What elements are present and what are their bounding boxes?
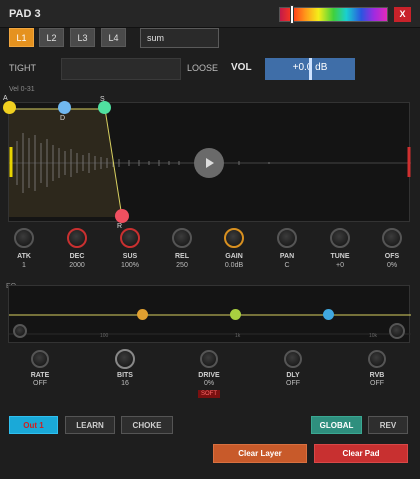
window-title: PAD 3 <box>9 8 41 20</box>
eq-high-band-point[interactable] <box>323 309 334 320</box>
drive-knob[interactable] <box>200 350 218 368</box>
sustain-knob[interactable] <box>120 228 140 248</box>
reverb-knob[interactable] <box>368 350 386 368</box>
drive-knob-label: DRIVE <box>198 372 220 379</box>
velocity-range-label: Vel 0-31 <box>9 86 35 93</box>
sustain-knob-label: SUS <box>122 253 138 260</box>
gain-knob-value: 0.0dB <box>224 262 244 269</box>
pan-knob-value: C <box>284 262 290 269</box>
tight-loose-slider[interactable] <box>61 58 181 80</box>
layer-button-l3[interactable]: L3 <box>70 28 95 47</box>
layer-button-l4[interactable]: L4 <box>101 28 126 47</box>
layer-button-l1[interactable]: L1 <box>9 28 34 47</box>
bits-knob-value: 16 <box>121 380 129 387</box>
gain-knob-label: GAIN <box>225 253 243 260</box>
choke-button[interactable]: CHOKE <box>121 416 173 434</box>
output-select-button[interactable]: Out 1 <box>9 416 58 434</box>
tight-label: TIGHT <box>9 63 36 73</box>
close-button[interactable]: X <box>394 7 411 22</box>
tune-knob-label: TUNE <box>330 253 350 260</box>
reverb-knob-value: OFF <box>370 380 384 387</box>
decay-knob-label: DEC <box>69 253 85 260</box>
attack-knob-value: 1 <box>22 262 26 269</box>
drive-mode-badge[interactable]: SOFT <box>198 390 220 398</box>
pan-knob-label: PAN <box>279 253 295 260</box>
decay-knob-value: 2000 <box>69 262 85 269</box>
eq-high-cut-knob[interactable] <box>389 323 405 339</box>
decay-point[interactable] <box>58 101 71 114</box>
delay-knob[interactable] <box>284 350 302 368</box>
rate-knob[interactable] <box>31 350 49 368</box>
volume-marker <box>309 58 312 80</box>
offset-knob-label: OFS <box>384 253 400 260</box>
drive-knob-value: 0% <box>203 380 215 387</box>
eq-curve-graph <box>9 314 411 335</box>
eq-freq-label-100: 100 <box>100 333 109 339</box>
release-knob[interactable] <box>172 228 192 248</box>
reverb-knob-label: RVB <box>369 372 385 379</box>
global-button[interactable]: GLOBAL <box>311 416 362 434</box>
learn-button[interactable]: LEARN <box>65 416 115 434</box>
offset-knob[interactable] <box>382 228 402 248</box>
eq-editor[interactable] <box>8 285 411 343</box>
eq-low-band-point[interactable] <box>137 309 148 320</box>
release-knob-label: REL <box>175 253 189 260</box>
bits-knob-label: BITS <box>117 372 133 379</box>
sustain-knob-value: 100% <box>121 262 139 269</box>
eq-mid-band-point[interactable] <box>230 309 241 320</box>
attack-point[interactable] <box>3 101 16 114</box>
tune-knob[interactable] <box>330 228 350 248</box>
rate-knob-label: RATE <box>30 372 50 379</box>
decay-point-label: D <box>60 115 66 122</box>
release-point[interactable] <box>115 209 129 223</box>
play-button[interactable] <box>194 148 224 178</box>
pad-color-picker[interactable] <box>279 7 388 22</box>
eq-freq-label-1k: 1k <box>235 333 241 339</box>
layer-button-l2[interactable]: L2 <box>39 28 64 47</box>
delay-knob-value: OFF <box>286 380 300 387</box>
loose-label: LOOSE <box>187 63 219 73</box>
pan-knob[interactable] <box>277 228 297 248</box>
vol-label: VOL <box>231 62 252 73</box>
offset-knob-value: 0% <box>386 262 398 269</box>
decay-knob[interactable] <box>67 228 87 248</box>
clear-layer-button[interactable]: Clear Layer <box>213 444 307 463</box>
reverse-button[interactable]: REV <box>368 416 408 434</box>
tune-knob-value: +0 <box>336 262 344 269</box>
delay-knob-label: DLY <box>286 372 300 379</box>
attack-point-label: A <box>3 95 8 102</box>
clear-pad-button[interactable]: Clear Pad <box>314 444 408 463</box>
rate-knob-value: OFF <box>33 380 47 387</box>
eq-low-cut-knob[interactable] <box>13 324 27 338</box>
attack-knob[interactable] <box>14 228 34 248</box>
color-picker-marker[interactable] <box>290 5 294 24</box>
eq-freq-label-10k: 10k <box>369 333 378 339</box>
sustain-point-label: S <box>100 96 105 103</box>
pad-name-field[interactable]: sum <box>140 28 219 48</box>
gain-knob[interactable] <box>224 228 244 248</box>
release-knob-value: 250 <box>176 262 188 269</box>
attack-knob-label: ATK <box>17 253 31 260</box>
release-point-label: R <box>117 223 123 230</box>
bits-knob[interactable] <box>115 349 135 369</box>
